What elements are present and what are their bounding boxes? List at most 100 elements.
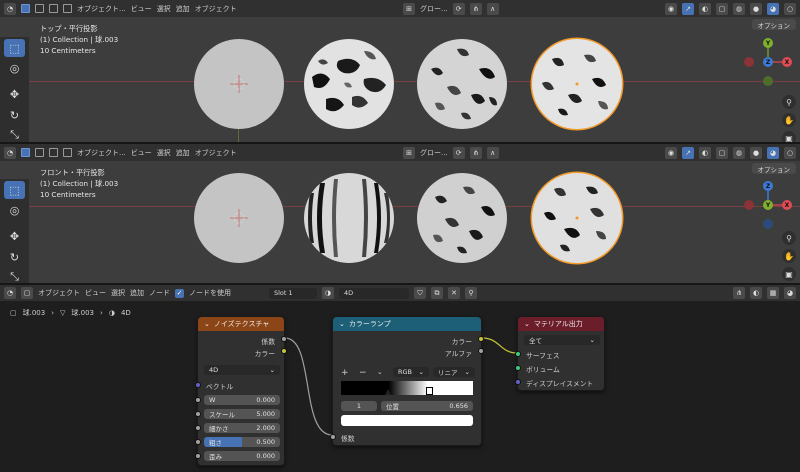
overlay-icon[interactable]: ◐ (699, 2, 711, 15)
snap-node-icon[interactable]: ⋔ (733, 287, 745, 299)
noise-distortion-field[interactable]: 歪み 0.000 (204, 451, 280, 461)
zoom-icon-2[interactable]: ⚲ (782, 231, 796, 245)
select-mode-new-icon[interactable] (21, 4, 30, 13)
gizmo-z-axis-2[interactable]: Z (763, 181, 773, 191)
node-gizmo-icon[interactable]: ▦ (767, 287, 779, 299)
ramp-position-field[interactable]: 位置 0.656 (381, 401, 473, 411)
node-mode-dropdown[interactable]: オブジェクト (38, 288, 80, 298)
ramp-color-mode-dropdown[interactable]: RGB ⌄ (393, 367, 429, 377)
select-box-icon-2[interactable]: ⬚ (4, 181, 25, 199)
ramp-in-fac-socket[interactable] (330, 434, 336, 440)
noise-roughness-socket[interactable] (195, 439, 201, 445)
shading-material-icon-2[interactable]: ◕ (767, 146, 779, 159)
editor-type-icon[interactable]: ◔ (4, 2, 16, 15)
ramp-remove-stop-icon[interactable]: − (359, 368, 367, 378)
scale-icon-2[interactable]: ⤡ (4, 268, 25, 283)
ramp-stop-black-handle[interactable] (385, 389, 391, 395)
noise-w-field[interactable]: W 0.000 (204, 395, 280, 405)
menu-select[interactable]: 選択 (157, 4, 171, 14)
shading-wire-icon[interactable]: ◍ (733, 2, 745, 15)
gizmo-toggle-icon[interactable]: ↗ (682, 2, 694, 15)
select-mode-new-icon-2[interactable] (21, 148, 30, 157)
menu-select-2[interactable]: 選択 (157, 148, 171, 158)
shading-render-icon[interactable]: ○ (784, 2, 796, 15)
cursor-icon-2[interactable]: ◎ (4, 201, 25, 219)
scale-icon[interactable]: ⤡ (4, 126, 25, 142)
node-menu-select[interactable]: 選択 (111, 288, 125, 298)
select-mode-invert-icon-2[interactable] (63, 148, 72, 157)
node-menu-node[interactable]: ノード (149, 288, 170, 298)
gizmo-y-axis-2[interactable]: Y (763, 200, 773, 210)
menu-view[interactable]: ビュー (131, 4, 152, 14)
noise-node-header[interactable]: ⌄ ノイズテクスチャ (198, 317, 284, 331)
ramp-node-header[interactable]: ⌄ カラーランプ (333, 317, 481, 331)
output-node-header[interactable]: ⌄ マテリアル出力 (518, 317, 604, 331)
menu-object-2[interactable]: オブジェクト (195, 148, 237, 158)
pan-hand-icon[interactable]: ✋ (782, 113, 796, 127)
ramp-menu-chevron-icon[interactable]: ⌄ (377, 368, 383, 376)
use-nodes-checkbox[interactable]: ✓ (175, 288, 184, 298)
transform-orientation-dropdown-2[interactable]: グロー... (420, 148, 448, 158)
move-icon-2[interactable]: ✥ (4, 227, 25, 245)
select-mode-subtract-icon[interactable] (49, 4, 58, 13)
editor-type-icon-2[interactable]: ◔ (4, 146, 16, 159)
overlay-icon-2[interactable]: ◐ (699, 146, 711, 159)
viewport-front[interactable]: フロント・平行投影 (1) Collection | 球.003 10 Cent… (0, 161, 800, 283)
noise-scale-socket[interactable] (195, 411, 201, 417)
ramp-interp-dropdown[interactable]: リニア ⌄ (433, 367, 475, 377)
noise-detail-socket[interactable] (195, 425, 201, 431)
node-material-output[interactable]: ⌄ マテリアル出力 全て ⌄ サーフェス ボリューム ディスプレイスメント (515, 316, 605, 391)
options-button-top[interactable]: オプション (751, 19, 796, 30)
rotate-icon[interactable]: ↻ (4, 106, 25, 124)
xray-icon[interactable]: ▢ (716, 2, 728, 15)
gizmo-y-axis[interactable]: Y (763, 38, 773, 48)
node-editor-canvas[interactable]: ▢ 球.003 › ▽ 球.003 › ◑ 4D ⌄ ノイズテクスチャ 係数 カ… (0, 301, 800, 472)
gizmo-toggle-icon-2[interactable]: ↗ (682, 146, 694, 159)
duplicate-material-icon[interactable]: ⧉ (431, 287, 443, 299)
mode-dropdown[interactable]: オブジェクト... (77, 4, 126, 14)
select-box-icon[interactable]: ⬚ (4, 39, 25, 57)
sphere-noise-4d-selected[interactable] (532, 39, 622, 129)
noise-in-vector-socket[interactable] (195, 382, 201, 388)
gizmo-neg-z-2[interactable] (763, 219, 773, 229)
navigation-gizmo-top[interactable]: Y Z X (744, 38, 792, 86)
ramp-add-stop-icon[interactable]: + (341, 368, 349, 378)
camera-icon-2[interactable]: ▣ (782, 267, 796, 281)
select-mode-invert-icon[interactable] (63, 4, 72, 13)
shading-solid-icon-2[interactable]: ● (750, 146, 762, 159)
transform-orientation-dropdown[interactable]: グロー... (420, 4, 448, 14)
gizmo-x-axis-2[interactable]: X (782, 200, 792, 210)
menu-object[interactable]: オブジェクト (195, 4, 237, 14)
mode-dropdown-2[interactable]: オブジェクト... (77, 148, 126, 158)
material-sphere-icon[interactable]: ◑ (322, 287, 334, 299)
menu-add-2[interactable]: 追加 (176, 148, 190, 158)
sphere-noise-3d[interactable] (304, 39, 394, 129)
ramp-stop-color-swatch[interactable] (341, 415, 473, 426)
sphere-noise-4d-front-selected[interactable] (532, 173, 622, 263)
pan-hand-icon-2[interactable]: ✋ (782, 249, 796, 263)
unlink-material-icon[interactable]: ✕ (448, 287, 460, 299)
node-sidebar-icon[interactable]: ◕ (784, 287, 796, 299)
cursor-icon[interactable]: ◎ (4, 59, 25, 77)
noise-dimension-dropdown[interactable]: 4D ⌄ (204, 365, 280, 375)
node-menu-view[interactable]: ビュー (85, 288, 106, 298)
collapse-chevron-icon[interactable]: ⌄ (204, 320, 210, 328)
sphere-noise-2d-front[interactable] (417, 173, 507, 263)
node-overlay-icon[interactable]: ◐ (750, 287, 762, 299)
navigation-gizmo-front[interactable]: Z Y X (744, 181, 792, 229)
gizmo-x-axis[interactable]: X (782, 57, 792, 67)
snap-icon[interactable]: ⋔ (469, 2, 482, 15)
collapse-chevron-icon[interactable]: ⌄ (339, 320, 345, 328)
snap-icon-2[interactable]: ⋔ (469, 146, 482, 159)
output-volume-socket[interactable] (515, 365, 521, 371)
noise-detail-field[interactable]: 細かさ 2.000 (204, 423, 280, 433)
noise-out-color-socket[interactable] (281, 348, 287, 354)
menu-add[interactable]: 追加 (176, 4, 190, 14)
gizmo-z-axis[interactable]: Z (763, 57, 773, 67)
move-icon[interactable]: ✥ (4, 85, 25, 103)
ramp-stop-white-handle[interactable] (426, 387, 433, 395)
zoom-icon[interactable]: ⚲ (782, 95, 796, 109)
node-menu-add[interactable]: 追加 (130, 288, 144, 298)
noise-scale-field[interactable]: スケール 5.000 (204, 409, 280, 419)
noise-out-fac-socket[interactable] (281, 336, 287, 342)
